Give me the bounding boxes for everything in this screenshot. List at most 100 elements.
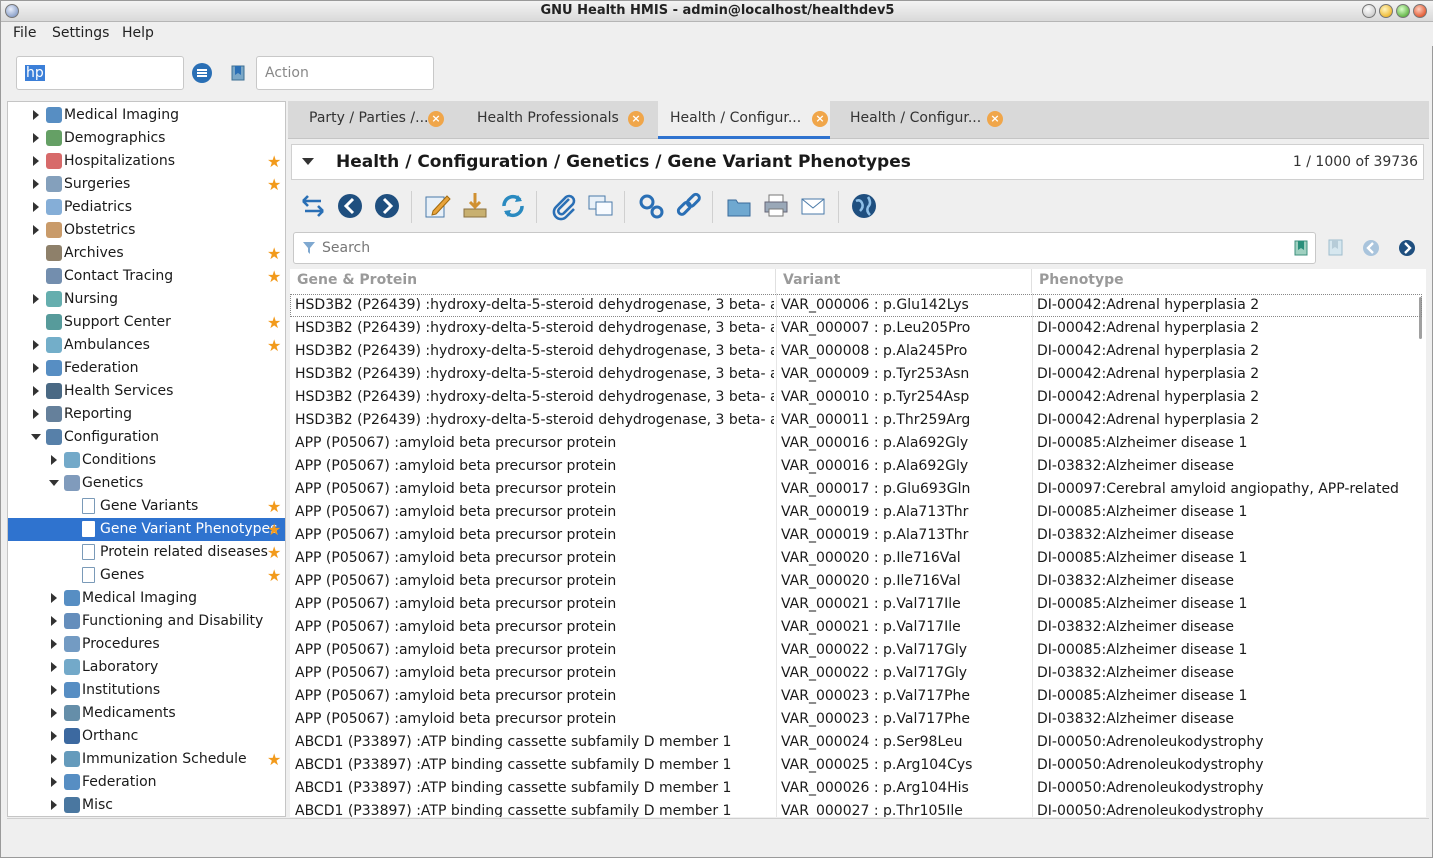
table-row[interactable]: HSD3B2 (P26439) :hydroxy-delta-5-steroid… bbox=[290, 386, 1422, 409]
expand-arrow-down-icon[interactable] bbox=[49, 478, 59, 488]
tree-item[interactable]: Federation bbox=[8, 357, 285, 380]
tree-item[interactable]: Obstetrics bbox=[8, 219, 285, 242]
expand-arrow-right-icon[interactable] bbox=[31, 294, 41, 304]
table-row[interactable]: APP (P05067) :amyloid beta precursor pro… bbox=[290, 570, 1422, 593]
close-button[interactable] bbox=[1413, 4, 1427, 18]
tab-close-icon[interactable]: × bbox=[628, 111, 644, 127]
expand-arrow-right-icon[interactable] bbox=[31, 340, 41, 350]
menu-settings[interactable]: Settings bbox=[52, 25, 109, 41]
favorite-star-icon[interactable]: ★ bbox=[267, 244, 281, 263]
open-folder-button[interactable] bbox=[725, 191, 753, 221]
maximize-button[interactable] bbox=[1396, 4, 1410, 18]
expand-arrow-right-icon[interactable] bbox=[49, 639, 59, 649]
expand-arrow-right-icon[interactable] bbox=[31, 202, 41, 212]
table-row[interactable]: ABCD1 (P33897) :ATP binding cassette sub… bbox=[290, 731, 1422, 754]
expand-arrow-right-icon[interactable] bbox=[49, 777, 59, 787]
favorite-star-icon[interactable]: ★ bbox=[267, 175, 281, 194]
tree-item[interactable]: Health Services bbox=[8, 380, 285, 403]
table-row[interactable]: HSD3B2 (P26439) :hydroxy-delta-5-steroid… bbox=[290, 340, 1422, 363]
expand-arrow-down-icon[interactable] bbox=[31, 432, 41, 442]
table-row[interactable]: ABCD1 (P33897) :ATP binding cassette sub… bbox=[290, 754, 1422, 777]
next-record-button[interactable] bbox=[373, 191, 401, 221]
expand-arrow-right-icon[interactable] bbox=[49, 685, 59, 695]
tree-item[interactable]: Federation bbox=[8, 771, 285, 794]
import-button[interactable] bbox=[461, 191, 489, 221]
window-menu-button[interactable] bbox=[1362, 4, 1376, 18]
favorite-star-icon[interactable]: ★ bbox=[267, 267, 281, 286]
previous-page-icon[interactable] bbox=[1362, 239, 1380, 257]
tree-item[interactable]: Genes ★ bbox=[8, 564, 285, 587]
table-row[interactable]: ABCD1 (P33897) :ATP binding cassette sub… bbox=[290, 800, 1422, 817]
expand-arrow-right-icon[interactable] bbox=[49, 593, 59, 603]
list-button[interactable] bbox=[187, 59, 217, 87]
favorite-star-icon[interactable]: ★ bbox=[267, 152, 281, 171]
search-filter-input[interactable]: Search bbox=[293, 232, 1316, 264]
tree-item[interactable]: Misc bbox=[8, 794, 285, 816]
expand-arrow-right-icon[interactable] bbox=[31, 386, 41, 396]
action-gears-button[interactable] bbox=[637, 191, 665, 221]
favorite-star-icon[interactable]: ★ bbox=[267, 313, 281, 332]
table-row[interactable]: APP (P05067) :amyloid beta precursor pro… bbox=[290, 501, 1422, 524]
bookmark-button[interactable] bbox=[226, 61, 250, 85]
expand-arrow-right-icon[interactable] bbox=[49, 455, 59, 465]
tree-item[interactable]: Procedures bbox=[8, 633, 285, 656]
favorite-star-icon[interactable]: ★ bbox=[267, 543, 281, 562]
table-row[interactable]: APP (P05067) :amyloid beta precursor pro… bbox=[290, 478, 1422, 501]
menu-file[interactable]: File bbox=[13, 25, 36, 41]
column-header-gene-protein[interactable]: Gene & Protein bbox=[290, 269, 776, 293]
favorite-star-icon[interactable]: ★ bbox=[267, 497, 281, 516]
table-row[interactable]: APP (P05067) :amyloid beta precursor pro… bbox=[290, 593, 1422, 616]
expand-arrow-right-icon[interactable] bbox=[49, 731, 59, 741]
attachment-button[interactable] bbox=[549, 191, 577, 221]
column-header-phenotype[interactable]: Phenotype bbox=[1032, 269, 1426, 293]
menu-help[interactable]: Help bbox=[122, 25, 154, 41]
tree-item[interactable]: Reporting bbox=[8, 403, 285, 426]
table-row[interactable]: ABCD1 (P33897) :ATP binding cassette sub… bbox=[290, 777, 1422, 800]
switch-view-button[interactable] bbox=[299, 191, 327, 221]
expand-arrow-right-icon[interactable] bbox=[49, 800, 59, 810]
table-row[interactable]: HSD3B2 (P26439) :hydroxy-delta-5-steroid… bbox=[290, 363, 1422, 386]
tree-item[interactable]: Configuration bbox=[8, 426, 285, 449]
global-search-input[interactable]: hp bbox=[16, 56, 184, 90]
print-button[interactable] bbox=[762, 191, 790, 221]
globe-web-button[interactable] bbox=[850, 191, 878, 221]
tree-item[interactable]: Medicaments bbox=[8, 702, 285, 725]
tab-close-icon[interactable]: × bbox=[428, 111, 444, 127]
expand-arrow-right-icon[interactable] bbox=[31, 409, 41, 419]
expand-arrow-right-icon[interactable] bbox=[31, 363, 41, 373]
tab[interactable]: Health / Configur... × bbox=[658, 101, 830, 139]
tab[interactable]: Health / Configur... × bbox=[830, 101, 1005, 139]
tree-item[interactable]: Demographics bbox=[8, 127, 285, 150]
favorite-star-icon[interactable]: ★ bbox=[267, 336, 281, 355]
table-row[interactable]: APP (P05067) :amyloid beta precursor pro… bbox=[290, 685, 1422, 708]
tree-item[interactable]: Protein related diseases ★ bbox=[8, 541, 285, 564]
tree-item[interactable]: Medical Imaging bbox=[8, 104, 285, 127]
tab-close-icon[interactable]: × bbox=[987, 111, 1003, 127]
expand-arrow-right-icon[interactable] bbox=[49, 708, 59, 718]
favorite-star-icon[interactable]: ★ bbox=[267, 520, 281, 539]
tree-item[interactable]: Immunization Schedule ★ bbox=[8, 748, 285, 771]
table-row[interactable]: APP (P05067) :amyloid beta precursor pro… bbox=[290, 432, 1422, 455]
reload-button[interactable] bbox=[498, 191, 526, 221]
expand-arrow-right-icon[interactable] bbox=[31, 179, 41, 189]
tree-item[interactable]: Hospitalizations ★ bbox=[8, 150, 285, 173]
minimize-button[interactable] bbox=[1379, 4, 1393, 18]
tree-item[interactable]: Genetics bbox=[8, 472, 285, 495]
favorite-star-icon[interactable]: ★ bbox=[267, 750, 281, 769]
bookmark-filter-icon[interactable] bbox=[1294, 240, 1308, 256]
expand-arrow-right-icon[interactable] bbox=[31, 156, 41, 166]
expand-arrow-right-icon[interactable] bbox=[31, 225, 41, 235]
expand-arrow-right-icon[interactable] bbox=[49, 662, 59, 672]
relate-link-button[interactable] bbox=[674, 191, 702, 221]
expand-arrow-right-icon[interactable] bbox=[31, 133, 41, 143]
tree-item[interactable]: Institutions bbox=[8, 679, 285, 702]
tree-item[interactable]: Nursing bbox=[8, 288, 285, 311]
chevron-down-icon[interactable] bbox=[302, 158, 314, 165]
table-row[interactable]: APP (P05067) :amyloid beta precursor pro… bbox=[290, 616, 1422, 639]
note-button[interactable] bbox=[586, 191, 614, 221]
column-header-variant[interactable]: Variant bbox=[776, 269, 1032, 293]
tab-close-icon[interactable]: × bbox=[812, 111, 828, 127]
tree-item[interactable]: Surgeries ★ bbox=[8, 173, 285, 196]
table-row[interactable]: APP (P05067) :amyloid beta precursor pro… bbox=[290, 455, 1422, 478]
tree-item[interactable]: Contact Tracing ★ bbox=[8, 265, 285, 288]
